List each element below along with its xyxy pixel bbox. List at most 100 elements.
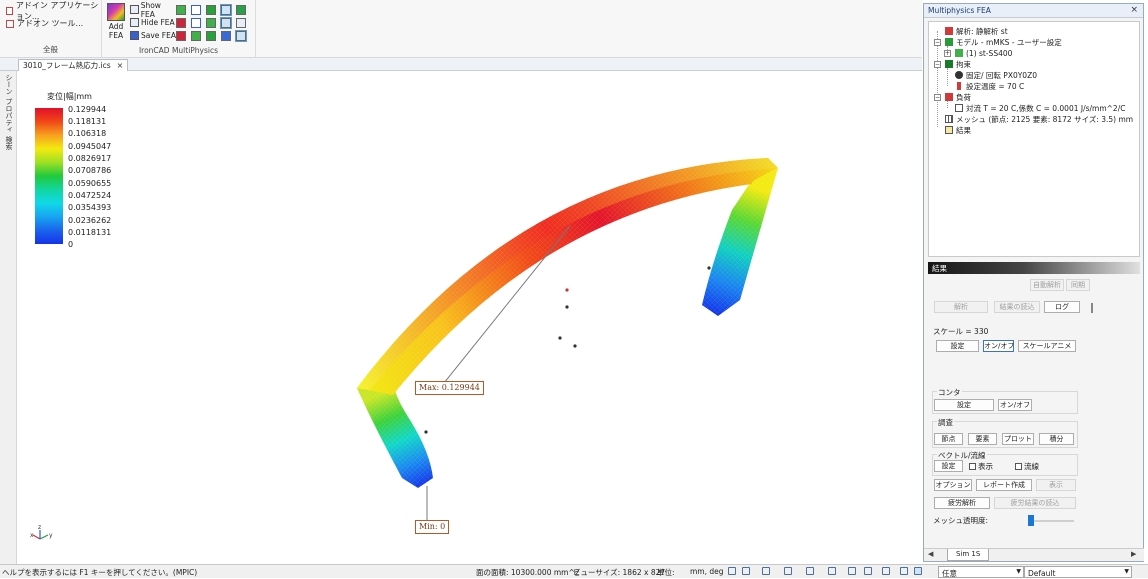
tree-line — [947, 68, 948, 86]
side-tab-search[interactable]: 検索 — [4, 136, 14, 150]
tab-scroll-right-icon[interactable]: ▶ — [1131, 550, 1136, 558]
probe-point-5[interactable] — [707, 266, 711, 270]
save-fea-button[interactable]: Save FEA — [130, 31, 176, 40]
legend-tick: 0.129944 — [68, 105, 107, 114]
selection-mode-dropdown[interactable]: 任意 ▼ — [938, 566, 1024, 578]
select-icon[interactable] — [914, 567, 922, 575]
results-section-header: 結果 — [928, 262, 1140, 274]
report-button[interactable]: レポート作成 — [976, 479, 1032, 491]
view-orient-icon[interactable] — [762, 567, 770, 575]
style-dropdown[interactable]: Default ▼ — [1024, 566, 1132, 578]
analyze-button[interactable]: 解析 — [934, 301, 988, 313]
hide-fea-button[interactable]: Hide FEA — [130, 18, 176, 27]
streamline-checkbox[interactable]: 流線 — [1015, 461, 1039, 472]
fatigue-button[interactable]: 疲労解析 — [934, 497, 990, 509]
probe-point-3[interactable] — [573, 344, 577, 348]
tree-item-part[interactable]: (1) st-SS400 — [955, 48, 1012, 58]
add-fea-button[interactable]: Add FEA — [106, 3, 126, 40]
report-icon[interactable] — [235, 29, 247, 42]
probe-point-1[interactable] — [565, 305, 569, 309]
result-view-icon[interactable] — [236, 4, 246, 15]
read-results-button[interactable]: 結果の読込 — [994, 301, 1040, 313]
sim-tab[interactable]: Sim 1S — [947, 549, 990, 561]
tree-collapse-constraint[interactable]: − — [934, 61, 941, 68]
addin-applications-item[interactable]: アドイン アプリケーション... — [6, 1, 101, 21]
legend-tick: 0.118131 — [68, 117, 107, 126]
contour-label: コンタ — [937, 387, 962, 398]
tree-item-convection[interactable]: 対流 T = 20 C,係数 C = 0.0001 J/s/mm^2/C — [955, 103, 1125, 113]
fatigue-read-button[interactable]: 疲労結果の読込 — [994, 497, 1076, 509]
section-icon[interactable] — [828, 567, 836, 575]
close-panel-icon[interactable]: × — [1130, 5, 1138, 15]
tree-collapse-model[interactable]: − — [934, 39, 941, 46]
temperature-icon[interactable] — [176, 30, 186, 41]
mesh-transparency-thumb[interactable] — [1028, 515, 1034, 526]
light-icon[interactable] — [864, 567, 872, 575]
mesh-transparency-track[interactable] — [1030, 520, 1074, 522]
shaded-view-icon[interactable] — [206, 4, 216, 15]
ribbon: アドイン アプリケーション... アドオン ツール... 全般 IronCAD … — [0, 0, 922, 58]
tree-item-constraint[interactable]: 拘束 — [945, 59, 971, 69]
vector-display-checkbox[interactable]: 表示 — [969, 461, 993, 472]
3d-viewport[interactable]: x y z — [17, 71, 922, 564]
display-checkbox-box[interactable] — [969, 463, 976, 470]
zoom-window-icon[interactable] — [742, 567, 750, 575]
integral-button[interactable]: 積分 — [1039, 433, 1074, 445]
show-report-button[interactable]: 表示 — [1036, 479, 1076, 491]
load-icon[interactable] — [176, 17, 186, 28]
sync-button[interactable]: 同期 — [1066, 279, 1090, 291]
log-button[interactable]: ログ — [1044, 301, 1080, 313]
tree-item-temperature[interactable]: 設定温度 = 70 C — [955, 81, 1024, 91]
min-value-callout[interactable]: Min: 0 — [415, 520, 450, 534]
probe-point-2[interactable] — [558, 336, 562, 340]
load-point-marker[interactable] — [565, 288, 569, 292]
options-button[interactable]: オプション — [934, 479, 972, 491]
plot-button[interactable]: プロット — [1002, 433, 1034, 445]
flow-icon[interactable] — [206, 30, 216, 41]
node-probe-button[interactable]: 節点 — [934, 433, 963, 445]
thermal-mesh-icon[interactable] — [191, 30, 201, 41]
tree-expand-part[interactable]: + — [944, 50, 951, 57]
side-tab-properties[interactable]: プロパティ — [4, 98, 14, 133]
close-tab-icon[interactable]: × — [117, 60, 124, 71]
zoom-icon[interactable] — [728, 567, 736, 575]
scale-settings-button[interactable]: 設定 — [936, 340, 979, 352]
tree-item-fixed[interactable]: 固定/ 回転 PX0Y0Z0 — [955, 70, 1037, 80]
scale-onoff-button[interactable]: オン/オフ — [983, 340, 1014, 352]
vector-settings-button[interactable]: 設定 — [934, 460, 963, 472]
visibility-icon[interactable] — [848, 567, 856, 575]
display-cube-icon[interactable] — [806, 567, 814, 575]
probe-point-4[interactable] — [424, 430, 428, 434]
pointer-icon[interactable] — [900, 567, 908, 575]
max-value-callout[interactable]: Max: 0.129944 — [415, 381, 484, 395]
probe-icon[interactable] — [221, 30, 231, 41]
vector-icon[interactable] — [236, 17, 246, 28]
tree-item-model[interactable]: モデル - mMKS - ユーザー設定 — [945, 37, 1062, 47]
tree-item-analysis[interactable]: 解析: 静解析 st — [945, 26, 1008, 36]
triad-z-label: z — [38, 524, 41, 531]
shaded-cube-icon[interactable] — [882, 567, 890, 575]
document-tab[interactable]: 3010_フレーム熱応力.ics × — [18, 59, 129, 71]
material-icon[interactable] — [206, 17, 216, 28]
deform-icon[interactable] — [220, 16, 232, 29]
frame-model-render[interactable]: x y z — [17, 71, 922, 564]
auto-analysis-button[interactable]: 自動解析 — [1030, 279, 1064, 291]
side-tab-scene[interactable]: シーン — [4, 74, 14, 95]
tree-item-mesh[interactable]: メッシュ (節点: 2125 要素: 8172 サイズ: 3.5) mm — [945, 114, 1133, 124]
wire-view-icon[interactable] — [191, 4, 201, 15]
render-mode-icon[interactable] — [784, 567, 792, 575]
contour-settings-button[interactable]: 設定 — [934, 399, 994, 411]
contour-view-icon[interactable] — [220, 3, 232, 16]
contour-onoff-button[interactable]: オン/オフ — [998, 399, 1032, 411]
chevron-down-icon: ▼ — [1124, 568, 1129, 575]
element-probe-button[interactable]: 要素 — [968, 433, 997, 445]
constraint-icon[interactable] — [191, 17, 201, 28]
tree-collapse-load[interactable]: − — [934, 94, 941, 101]
mesh-view-icon[interactable] — [176, 4, 186, 15]
tree-item-result[interactable]: 結果 — [945, 125, 971, 135]
tree-item-load[interactable]: 負荷 — [945, 92, 971, 102]
panel-scroll-indicator[interactable] — [1091, 303, 1093, 313]
tab-scroll-left-icon[interactable]: ◀ — [928, 550, 933, 558]
streamline-checkbox-box[interactable] — [1015, 463, 1022, 470]
scale-anim-button[interactable]: スケールアニメ — [1018, 340, 1076, 352]
